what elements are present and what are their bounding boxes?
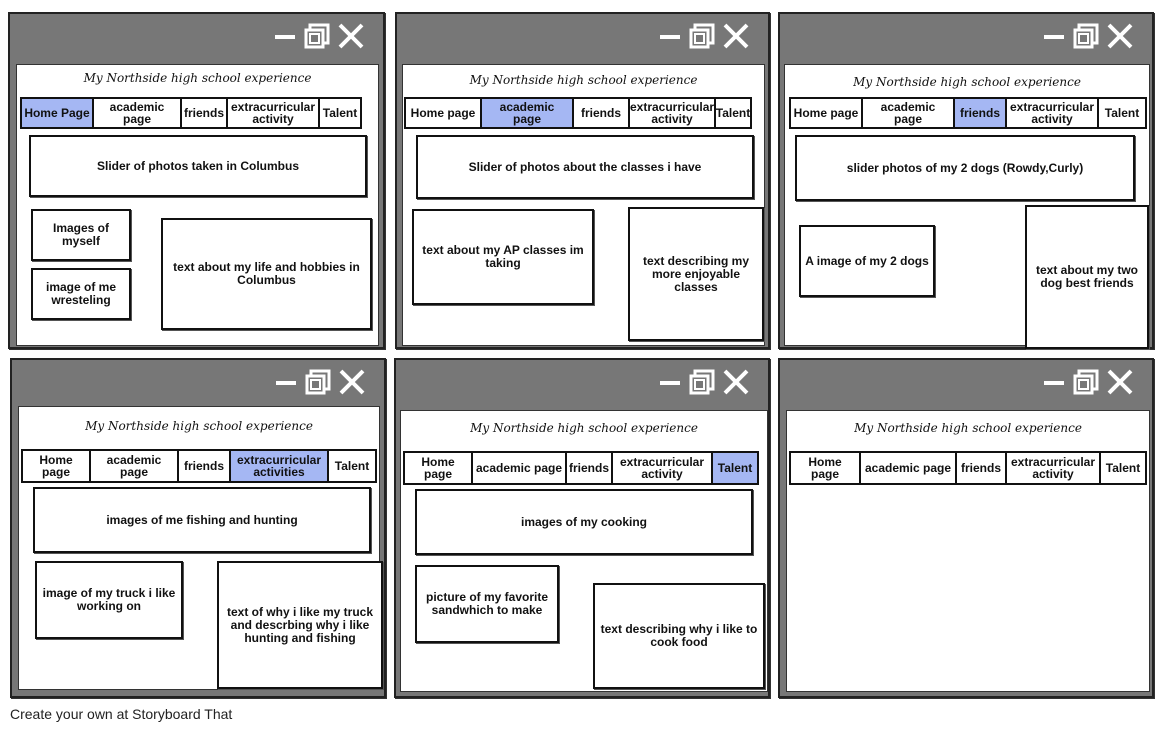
site-title: My Northside high school experience [85,419,313,433]
close-icon[interactable] [337,22,365,50]
tab-extracurricular[interactable]: extracurricular activities [229,449,329,483]
minimize-icon[interactable] [658,24,682,48]
minimize-icon[interactable] [1042,370,1066,394]
images-of-myself-placeholder: Images of myself [31,209,131,261]
window-controls [274,368,366,396]
restore-icon[interactable] [1072,368,1100,396]
tab-talent[interactable]: Talent [327,449,377,483]
minimize-icon[interactable] [1042,24,1066,48]
tab-extracurricular[interactable]: extracurricular activity [1005,451,1101,485]
storyboard-panel-5: My Northside high school experience Home … [394,358,770,698]
tab-academic[interactable]: academic page [471,451,567,485]
tab-academic[interactable]: academic page [859,451,957,485]
window-controls [658,368,750,396]
storyboard-footer[interactable]: Create your own at Storyboard That [10,706,232,722]
tab-home[interactable]: Home page [404,97,482,129]
tab-talent[interactable]: Talent [1097,97,1147,129]
ap-classes-text-placeholder: text about my AP classes im taking [412,209,594,305]
close-icon[interactable] [1106,22,1134,50]
life-hobbies-text-placeholder: text about my life and hobbies in Columb… [161,218,372,330]
window-controls [1042,22,1134,50]
site-title: My Northside high school experience [83,71,312,85]
tab-talent[interactable]: Talent [714,97,752,129]
tab-friends[interactable]: friends [180,97,228,129]
tab-friends[interactable]: friends [955,451,1007,485]
window-controls [1042,368,1134,396]
photo-slider-placeholder: Slider of photos taken in Columbus [29,135,367,197]
storyboard-panel-4: My Northside high school experience Home … [10,358,386,698]
dogs-text-placeholder: text about my two dog best friends [1025,205,1149,349]
tab-extracurricular[interactable]: extracurricular activity [611,451,713,485]
tab-home[interactable]: Home page [789,97,863,129]
tab-friends[interactable]: friends [565,451,613,485]
storyboard-panel-2: My Northside high school experience Home … [395,12,770,349]
tab-talent[interactable]: Talent [711,451,759,485]
minimize-icon[interactable] [274,370,298,394]
restore-icon[interactable] [304,368,332,396]
site-title: My Northside high school experience [470,421,698,435]
restore-icon[interactable] [688,368,716,396]
truck-hunting-text-placeholder: text of why i like my truck and descrbin… [217,561,383,689]
photo-slider-placeholder: slider photos of my 2 dogs (Rowdy,Curly) [795,135,1135,201]
storyboard-panel-3: My Northside high school experience Home … [778,12,1154,349]
restore-icon[interactable] [688,22,716,50]
browser-viewport: My Northside high school experience Home … [402,64,765,346]
window-controls [658,22,750,50]
tab-home[interactable]: Home page [789,451,861,485]
tab-friends[interactable]: friends [953,97,1007,129]
nav-bar: Home page academic page friends extracurric… [789,97,1147,129]
close-icon[interactable] [338,368,366,396]
nav-bar: Home page academic page friends extracurric… [21,449,377,483]
browser-viewport: My Northside high school experience Home … [784,64,1150,349]
minimize-icon[interactable] [273,24,297,48]
photo-slider-placeholder: Slider of photos about the classes i hav… [416,135,754,199]
truck-image-placeholder: image of my truck i like working on [35,561,183,639]
photo-slider-placeholder: images of my cooking [415,489,753,555]
enjoyable-classes-text-placeholder: text describing my more enjoyable classe… [628,207,764,341]
tab-friends[interactable]: friends [177,449,231,483]
tab-home[interactable]: Home page [21,449,91,483]
restore-icon[interactable] [303,22,331,50]
cooking-text-placeholder: text describing why i like to cook food [593,583,765,689]
tab-talent[interactable]: Talent [1099,451,1147,485]
nav-bar: Home Page academic page friends extracurric… [20,97,362,129]
site-title: My Northside high school experience [854,421,1082,435]
tab-home[interactable]: Home page [403,451,473,485]
storyboard-panel-6: My Northside high school experience Home … [778,358,1154,698]
tab-academic[interactable]: academic page [861,97,955,129]
tab-talent[interactable]: Talent [318,97,362,129]
site-title: My Northside high school experience [853,75,1081,89]
window-controls [273,22,365,50]
tab-extracurricular[interactable]: extracurricular activity [226,97,320,129]
browser-viewport: My Northside high school experience Home … [786,410,1150,692]
nav-bar: Home page academic page friends extracurric… [403,451,759,485]
tab-academic[interactable]: academic page [92,97,182,129]
tab-academic[interactable]: academic page [480,97,574,129]
nav-bar: Home page academic page friends extracurric… [404,97,752,129]
restore-icon[interactable] [1072,22,1100,50]
close-icon[interactable] [722,368,750,396]
site-title: My Northside high school experience [469,73,698,87]
tab-extracurricular[interactable]: extracurricular activity [628,97,716,129]
tab-friends[interactable]: friends [572,97,630,129]
browser-viewport: My Northside high school experience Home … [16,64,379,346]
storyboard-panel-1: My Northside high school experience Home … [8,12,385,349]
photo-slider-placeholder: images of me fishing and hunting [33,487,371,553]
minimize-icon[interactable] [658,370,682,394]
nav-bar: Home page academic page friends extracurric… [789,451,1147,485]
close-icon[interactable] [1106,368,1134,396]
browser-viewport: My Northside high school experience Home … [18,406,383,690]
close-icon[interactable] [722,22,750,50]
dogs-image-placeholder: A image of my 2 dogs [799,225,935,297]
tab-academic[interactable]: academic page [89,449,179,483]
sandwich-image-placeholder: picture of my favorite sandwhich to make [415,565,559,643]
wrestling-image-placeholder: image of me wresteling [31,268,131,320]
tab-home[interactable]: Home Page [20,97,94,129]
tab-extracurricular[interactable]: extracurricular activity [1005,97,1099,129]
browser-viewport: My Northside high school experience Home … [400,410,768,692]
